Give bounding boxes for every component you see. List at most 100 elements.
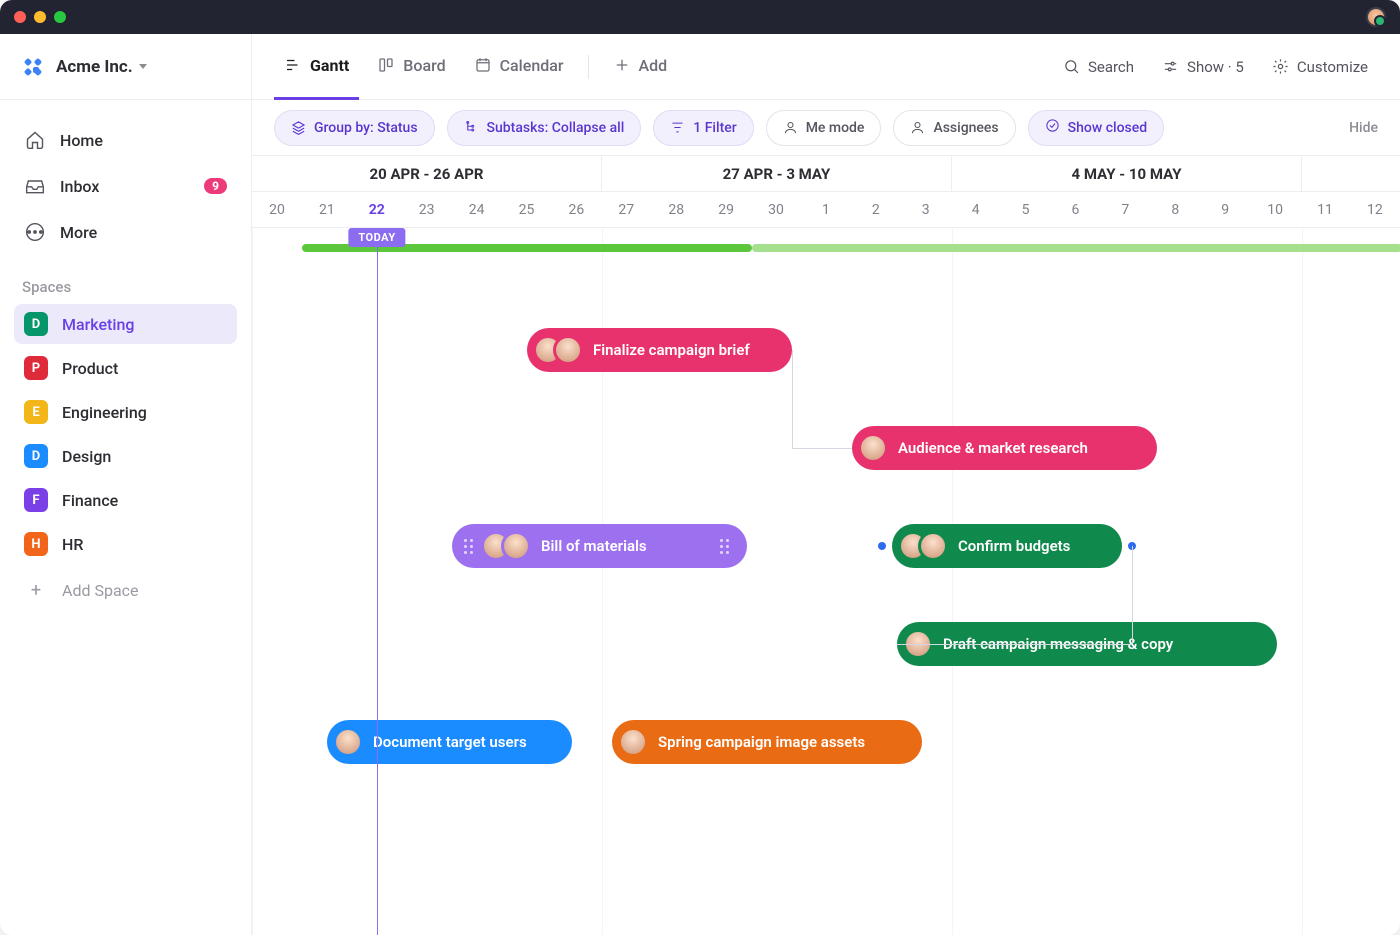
assignee-avatars [533,335,583,365]
gantt-task-label: Bill of materials [541,537,647,555]
gantt-task[interactable]: Audience & market research [852,426,1157,470]
fullscreen-window-button[interactable] [54,11,66,23]
today-marker: TODAY [348,228,405,247]
day-header-cell[interactable]: 5 [1001,192,1051,227]
close-window-button[interactable] [14,11,26,23]
filter-pill[interactable]: 1 Filter [653,110,753,146]
drag-handle-icon[interactable] [720,539,723,554]
home-icon [24,129,46,151]
sidebar-space-engineering[interactable]: E Engineering [14,392,237,432]
space-label: HR [62,535,83,554]
week-header-row: 20 APR - 26 APR27 APR - 3 MAY4 MAY - 10 … [252,156,1400,192]
day-header-cell[interactable]: 23 [402,192,452,227]
gantt-icon [284,56,302,74]
day-header-cell[interactable]: 3 [901,192,951,227]
add-space-button[interactable]: + Add Space [14,570,237,610]
nav-inbox[interactable]: Inbox 9 [14,166,237,206]
space-badge-icon: D [24,444,48,468]
sidebar-space-marketing[interactable]: DMarketing [14,304,237,344]
space-badge-icon: P [24,356,48,380]
space-badge-icon: E [24,400,48,424]
space-badge-icon: F [24,488,48,512]
day-header-cell[interactable]: 10 [1250,192,1300,227]
week-header-cell: 27 APR - 3 MAY [602,156,952,191]
gantt-task[interactable]: Finalize campaign brief [527,328,792,372]
nav-more[interactable]: More [14,212,237,252]
group-by-pill[interactable]: Group by: Status [274,110,435,146]
show-button[interactable]: Show · 5 [1152,49,1254,85]
day-header-cell[interactable]: 9 [1200,192,1250,227]
chevron-down-icon [139,64,147,69]
day-header-cell[interactable]: 27 [601,192,651,227]
customize-button[interactable]: Customize [1262,49,1378,85]
gantt-task[interactable]: Bill of materials [452,524,747,568]
avatar [618,727,648,757]
app-logo-icon [22,56,44,78]
day-header-cell[interactable]: 21 [302,192,352,227]
gear-icon [1272,58,1289,75]
main-content: Gantt Board Calendar Add [252,34,1400,935]
search-button[interactable]: Search [1053,49,1144,85]
sliders-icon [1162,58,1179,75]
day-header-cell[interactable]: 7 [1100,192,1150,227]
board-icon [377,56,395,74]
assignees-pill[interactable]: Assignees [893,110,1015,146]
space-badge-icon: H [24,532,48,556]
space-label: Engineering [62,403,147,422]
day-header-cell[interactable]: 6 [1051,192,1101,227]
day-header-cell[interactable]: 1 [801,192,851,227]
day-header-row: 2021222324252627282930123456789101112 [252,192,1400,228]
plus-icon: + [24,578,48,602]
tab-add-view[interactable]: Add [603,34,678,100]
nav-home[interactable]: Home [14,120,237,160]
sidebar-space-finance[interactable]: FFinance [14,480,237,520]
traffic-lights [14,11,66,23]
workspace-switcher[interactable]: Acme Inc. [0,34,251,100]
gantt-task[interactable]: Document target users [327,720,572,764]
day-header-cell[interactable]: 4 [951,192,1001,227]
tab-board[interactable]: Board [367,34,455,100]
day-header-cell[interactable]: 12 [1350,192,1400,227]
sidebar-space-product[interactable]: PProduct [14,348,237,388]
avatar [858,433,888,463]
gantt-task-label: Audience & market research [898,439,1088,457]
tab-gantt[interactable]: Gantt [274,34,359,100]
day-header-cell[interactable]: 22 [352,192,402,227]
gantt-task[interactable]: Confirm budgets [892,524,1122,568]
avatar [553,335,583,365]
hide-button[interactable]: Hide [1349,120,1378,136]
search-icon [1063,58,1080,75]
day-header-cell[interactable]: 2 [851,192,901,227]
dependency-handle[interactable] [878,542,886,550]
gantt-task-label: Document target users [373,733,527,751]
sidebar-space-hr[interactable]: H HR [14,524,237,564]
week-header-cell: 20 APR - 26 APR [252,156,602,191]
space-label: Marketing [62,315,134,334]
inbox-count-badge: 9 [204,178,227,194]
person-icon [910,120,925,135]
day-header-cell[interactable]: 25 [502,192,552,227]
day-header-cell[interactable]: 11 [1300,192,1350,227]
me-mode-pill[interactable]: Me mode [766,110,882,146]
user-avatar[interactable] [1366,7,1386,27]
drag-handle-icon[interactable] [464,539,467,554]
gantt-task-label: Confirm budgets [958,537,1070,555]
filter-bar: Group by: Status Subtasks: Collapse all … [252,100,1400,156]
day-header-cell[interactable]: 26 [551,192,601,227]
avatar [918,531,948,561]
gantt-task[interactable]: Spring campaign image assets [612,720,922,764]
gantt-body[interactable]: TODAY Finalize campaign brief Audience & m… [252,228,1400,935]
show-closed-pill[interactable]: Show closed [1028,110,1164,146]
minimize-window-button[interactable] [34,11,46,23]
day-header-cell[interactable]: 24 [452,192,502,227]
day-header-cell[interactable]: 28 [651,192,701,227]
subtasks-pill[interactable]: Subtasks: Collapse all [447,110,642,146]
day-header-cell[interactable]: 8 [1150,192,1200,227]
day-header-cell[interactable]: 30 [751,192,801,227]
day-header-cell[interactable]: 29 [701,192,751,227]
sidebar-space-design[interactable]: DDesign [14,436,237,476]
filter-icon [670,120,685,135]
assignee-avatars [858,433,888,463]
tab-calendar[interactable]: Calendar [464,34,574,100]
day-header-cell[interactable]: 20 [252,192,302,227]
